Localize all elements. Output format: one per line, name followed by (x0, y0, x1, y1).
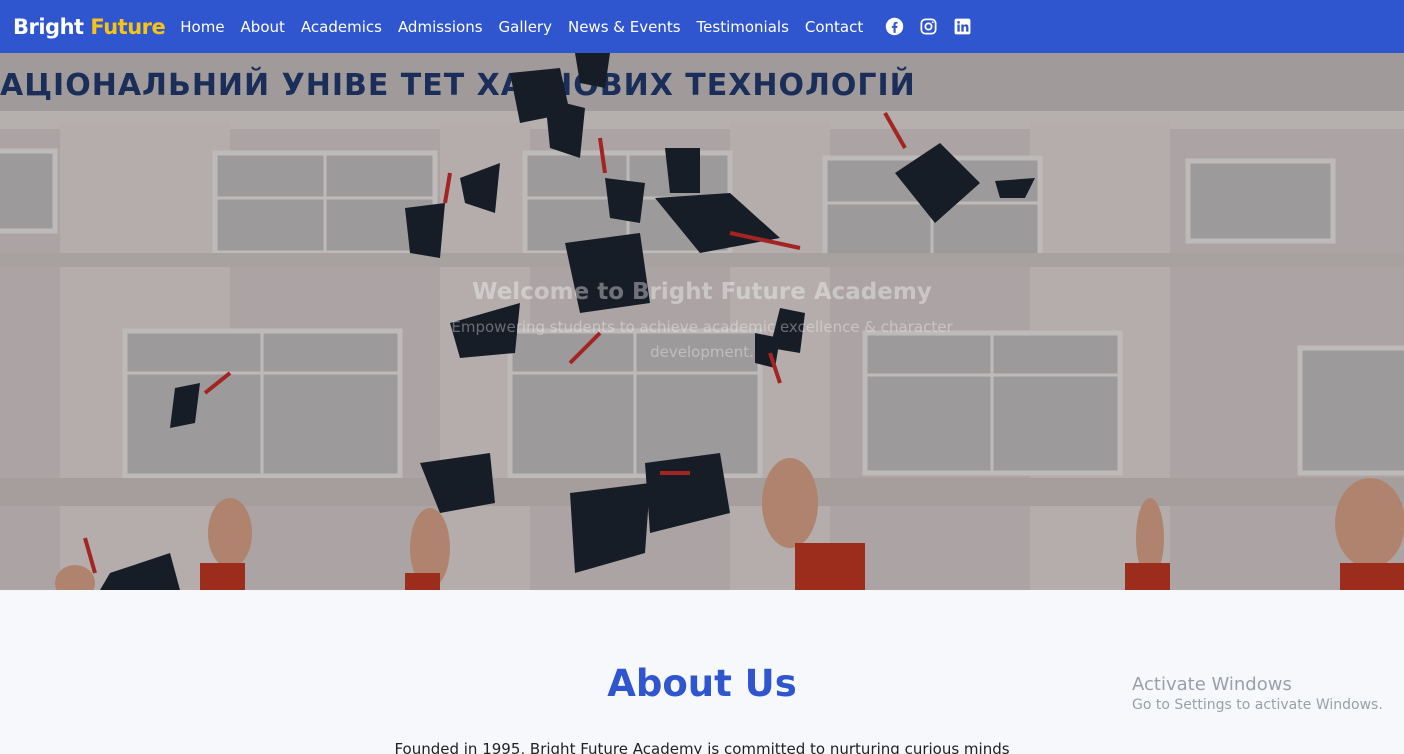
nav-about[interactable]: About (241, 18, 285, 36)
hero-section: АЦІОНАЛЬНИЙ УНІВЕ ТЕТ ХАРЧОВИХ ТЕХНОЛОГІ… (0, 53, 1404, 590)
brand-part-2: Future (90, 14, 166, 39)
nav-gallery[interactable]: Gallery (499, 18, 552, 36)
nav-admissions[interactable]: Admissions (398, 18, 483, 36)
navbar: Bright Future Home About Academics Admis… (0, 0, 1404, 53)
nav-news-events[interactable]: News & Events (568, 18, 681, 36)
nav-academics[interactable]: Academics (301, 18, 382, 36)
nav-home[interactable]: Home (180, 18, 224, 36)
nav-testimonials[interactable]: Testimonials (697, 18, 789, 36)
social-links (885, 17, 987, 36)
watermark-subtitle: Go to Settings to activate Windows. (1132, 697, 1383, 713)
hero-text: Welcome to Bright Future Academy Empower… (0, 279, 1404, 365)
brand-logo[interactable]: Bright Future (13, 14, 166, 39)
brand-part-1: Bright (13, 14, 84, 39)
nav-contact[interactable]: Contact (805, 18, 863, 36)
linkedin-icon[interactable] (953, 17, 972, 36)
nav-links: Home About Academics Admissions Gallery … (180, 18, 879, 36)
about-section: About Us Founded in 1995, Bright Future … (0, 590, 1404, 754)
facebook-icon[interactable] (885, 17, 904, 36)
watermark-title: Activate Windows (1132, 674, 1292, 695)
hero-subtitle: Empowering students to achieve academic … (451, 318, 953, 361)
instagram-icon[interactable] (919, 17, 938, 36)
about-text: Founded in 1995, Bright Future Academy i… (394, 740, 1010, 754)
hero-title: Welcome to Bright Future Academy (472, 279, 932, 305)
windows-activation-watermark: Activate Windows Go to Settings to activ… (1132, 674, 1383, 713)
